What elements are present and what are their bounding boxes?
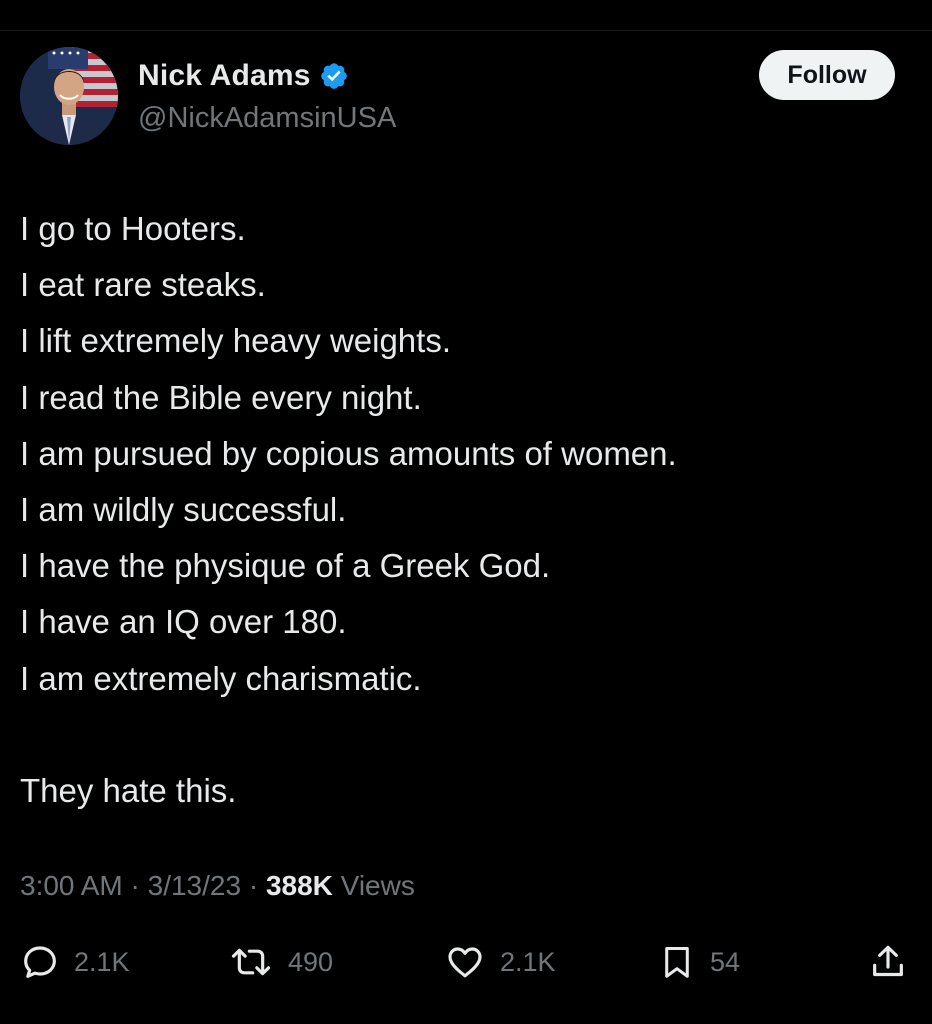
like-count: 2.1K (500, 946, 556, 977)
tweet-text: I go to Hooters. I eat rare steaks. I li… (20, 201, 910, 819)
tweet-closing-line: They hate this. (20, 771, 237, 809)
tweet-line: I am wildly successful. (20, 491, 347, 529)
tweet-actions: 2.1K 490 2.1K 54 (0, 936, 932, 988)
reply-icon (24, 946, 56, 978)
bookmark-button[interactable]: 54 (658, 936, 740, 988)
follow-button[interactable]: Follow (759, 50, 895, 100)
bookmark-icon (665, 947, 689, 978)
tweet-line: I eat rare steaks. (20, 266, 266, 304)
heart-icon (448, 947, 482, 978)
tweet-meta: 3:00 AM · 3/13/23 · 388K Views (20, 862, 415, 910)
meta-separator: · (248, 870, 259, 901)
tweet-line: I have the physique of a Greek God. (20, 547, 551, 585)
share-icon (873, 945, 903, 977)
meta-separator: · (130, 870, 140, 901)
avatar[interactable] (20, 47, 118, 145)
author-display-name[interactable]: Nick Adams (138, 59, 311, 93)
avatar-image (20, 47, 118, 145)
like-button[interactable]: 2.1K (444, 936, 556, 988)
reply-button[interactable]: 2.1K (20, 936, 130, 988)
verified-badge-icon (320, 63, 347, 89)
retweet-icon (231, 948, 271, 976)
views-label: Views (340, 870, 415, 901)
tweet-date[interactable]: 3/13/23 (148, 870, 241, 901)
tweet-line: I am extremely charismatic. (20, 659, 422, 697)
views-count: 388K (265, 870, 333, 901)
tweet-line: I have an IQ over 180. (20, 603, 347, 641)
tweet-line: I go to Hooters. (20, 210, 246, 247)
tweet-line: I lift extremely heavy weights. (20, 322, 451, 360)
reply-count: 2.1K (74, 946, 130, 977)
tweet-time[interactable]: 3:00 AM (20, 870, 123, 901)
retweet-button[interactable]: 490 (228, 936, 333, 988)
author-name-row: Nick Adams (138, 54, 349, 98)
tweet-line: I read the Bible every night. (20, 378, 422, 416)
bookmark-count: 54 (710, 946, 741, 977)
top-bar (0, 0, 932, 31)
tweet-line: I am pursued by copious amounts of women… (20, 434, 677, 472)
retweet-count: 490 (288, 946, 334, 977)
share-button[interactable] (868, 936, 908, 988)
author-handle[interactable]: @NickAdamsinUSA (138, 98, 396, 138)
